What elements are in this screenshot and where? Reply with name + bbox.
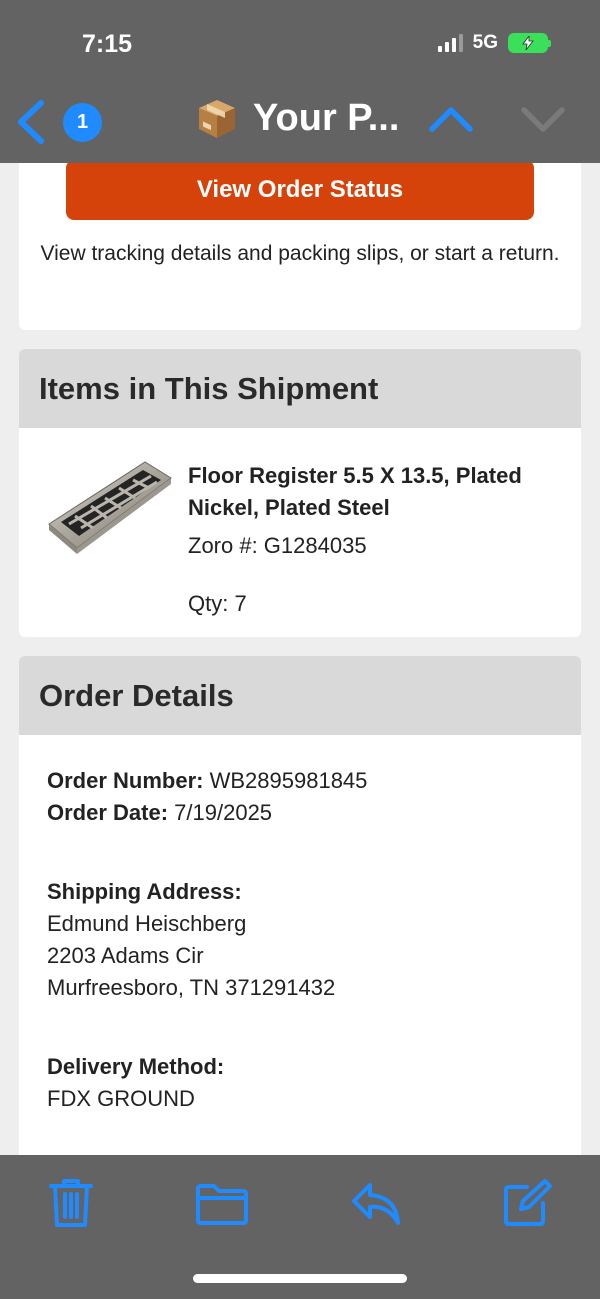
reply-button[interactable] (350, 1181, 402, 1232)
shipping-street: 2203 Adams Cir (47, 943, 204, 968)
order-number-value: WB2895981845 (209, 768, 368, 793)
move-folder-button[interactable] (195, 1183, 249, 1230)
chevron-up-icon (429, 107, 473, 132)
shipment-card: Items in This Shipment Floor Register 5.… (19, 349, 581, 637)
next-message-button[interactable] (520, 104, 566, 139)
bottom-toolbar (0, 1155, 600, 1299)
status-time: 7:15 (82, 30, 133, 58)
home-indicator[interactable] (193, 1274, 407, 1283)
unread-count-badge[interactable]: 1 (63, 103, 102, 142)
previous-message-button[interactable] (428, 104, 474, 139)
folder-icon (196, 1184, 248, 1225)
back-button[interactable] (14, 98, 48, 146)
delivery-method-value: FDX GROUND (47, 1086, 195, 1111)
message-title-text: Your P... (253, 96, 400, 139)
item-title[interactable]: Floor Register 5.5 X 13.5, Plated Nickel… (188, 460, 528, 524)
delete-button[interactable] (48, 1177, 94, 1234)
order-date-label: Order Date: (47, 800, 169, 825)
reply-icon (352, 1183, 400, 1225)
order-status-description: View tracking details and packing slips,… (40, 242, 560, 265)
delivery-method-label: Delivery Method: (47, 1054, 225, 1079)
package-icon (199, 100, 235, 138)
order-date-line: Order Date: 7/19/2025 (47, 797, 581, 829)
signal-icon (437, 34, 463, 52)
order-date-value: 7/19/2025 (174, 800, 273, 825)
network-type: 5G (472, 32, 498, 53)
floor-register-image (48, 461, 172, 554)
order-number-line: Order Number: WB2895981845 (47, 765, 581, 797)
shipping-name: Edmund Heischberg (47, 911, 247, 936)
list-item[interactable]: Floor Register 5.5 X 13.5, Plated Nickel… (19, 428, 581, 637)
shipment-heading: Items in This Shipment (19, 349, 581, 428)
compose-button[interactable] (503, 1179, 553, 1232)
message-subject-title: Your P... (195, 96, 399, 140)
compose-icon (504, 1179, 552, 1226)
item-quantity: Qty: 7 (188, 591, 247, 616)
battery-icon (508, 33, 551, 53)
item-sku: Zoro #: G1284035 (188, 533, 367, 558)
chevron-down-icon (521, 107, 565, 132)
top-bar: 7:15 5G 1 Your P... (0, 0, 600, 163)
chevron-left-icon (18, 100, 44, 144)
status-indicators: 5G (437, 32, 551, 54)
trash-icon (49, 1179, 93, 1227)
order-info-block: Order Number: WB2895981845 Order Date: 7… (47, 765, 581, 829)
order-details-heading: Order Details (19, 656, 581, 735)
shipping-city: Murfreesboro, TN 371291432 (47, 975, 336, 1000)
view-order-status-button[interactable]: View Order Status (66, 160, 534, 220)
order-number-label: Order Number: (47, 768, 204, 793)
order-details-card: Order Details Order Number: WB2895981845… (19, 656, 581, 1176)
shipping-address-label: Shipping Address: (47, 879, 242, 904)
delivery-method-block: Delivery Method: FDX GROUND (47, 1051, 581, 1115)
order-details-body: Order Number: WB2895981845 Order Date: 7… (19, 735, 581, 1115)
shipping-address-block: Shipping Address: Edmund Heischberg 2203… (47, 876, 581, 1004)
